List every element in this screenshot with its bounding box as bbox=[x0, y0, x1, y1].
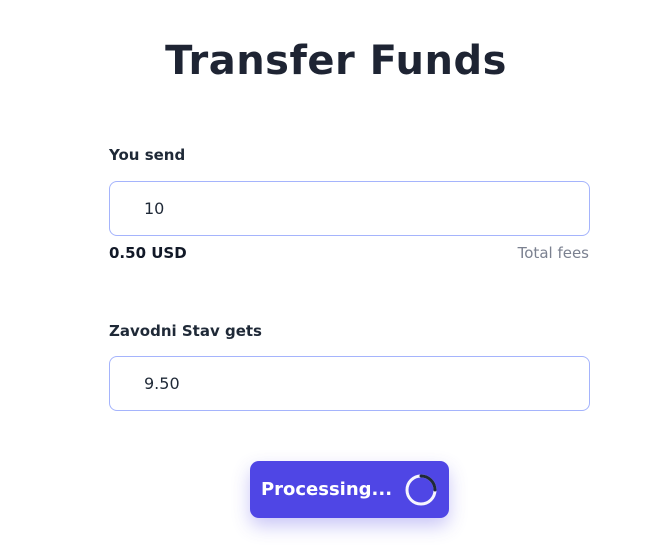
fee-amount: 0.50 USD bbox=[109, 244, 187, 262]
transfer-form: Transfer Funds You send 0.50 USD Total f… bbox=[0, 0, 672, 551]
processing-button[interactable]: Processing... bbox=[250, 461, 449, 518]
fee-label: Total fees bbox=[517, 244, 589, 262]
receive-amount-input[interactable] bbox=[144, 374, 589, 393]
receive-label: Zavodni Stav gets bbox=[109, 322, 262, 340]
send-amount-input[interactable] bbox=[144, 199, 589, 218]
receive-amount-field[interactable] bbox=[109, 356, 590, 411]
page-title: Transfer Funds bbox=[165, 38, 507, 84]
send-amount-field[interactable] bbox=[109, 181, 590, 236]
spinner-icon bbox=[405, 474, 437, 505]
send-label: You send bbox=[109, 146, 186, 164]
processing-button-label: Processing... bbox=[260, 479, 393, 500]
